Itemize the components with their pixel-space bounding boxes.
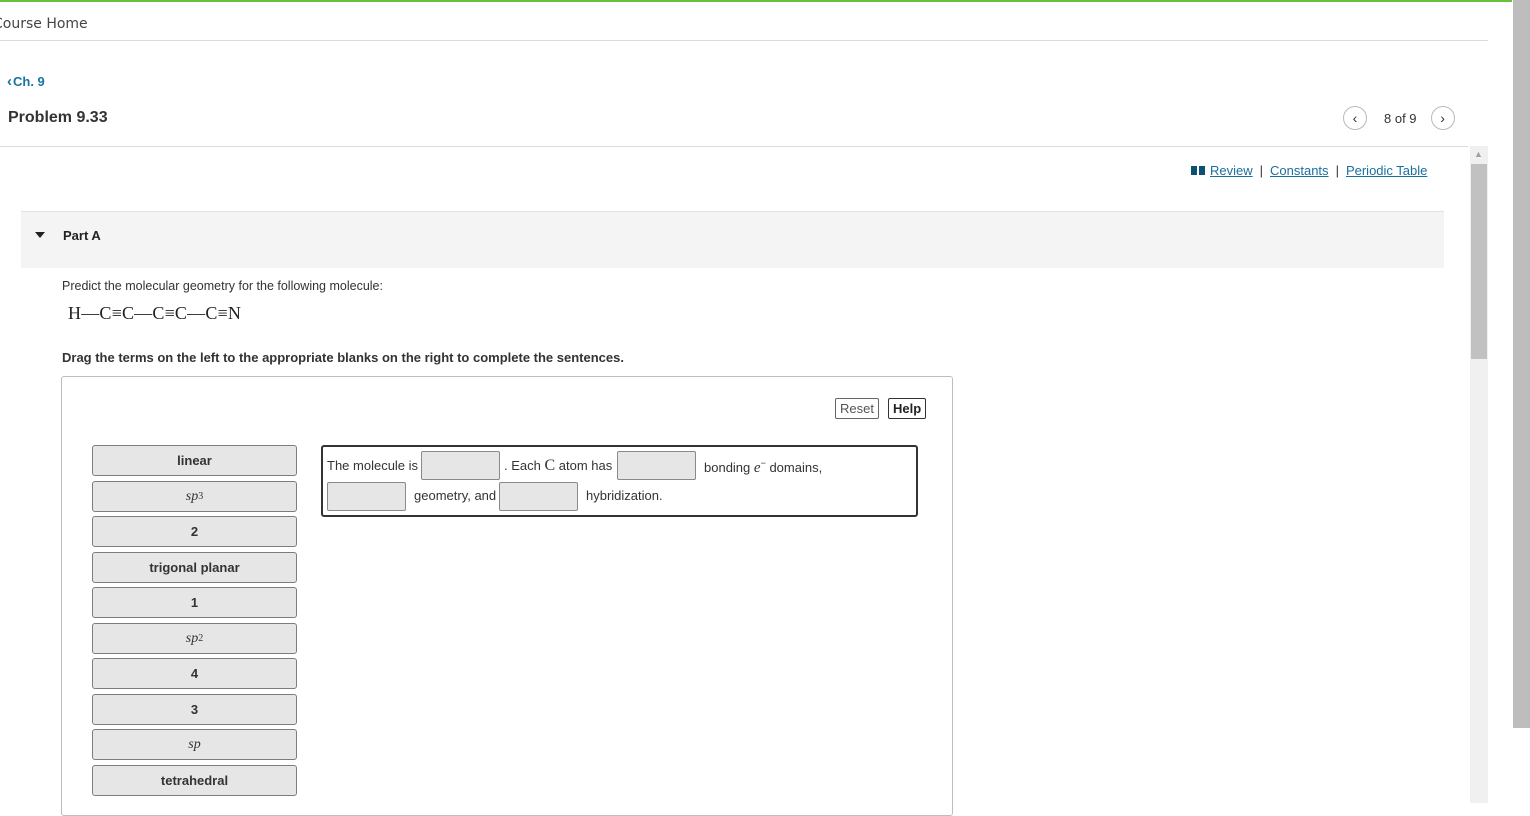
term-tetrahedral[interactable]: tetrahedral <box>92 765 297 796</box>
scroll-up-icon[interactable]: ▲ <box>1474 149 1483 159</box>
course-home-link[interactable]: Course Home <box>0 16 88 32</box>
sentence-text-2: . Each C atom has <box>504 457 612 475</box>
term-4[interactable]: 4 <box>92 658 297 689</box>
caret-down-icon <box>35 232 45 238</box>
term-sp[interactable]: sp <box>92 729 297 760</box>
top-accent-bar <box>0 0 1512 2</box>
back-link-label: Ch. 9 <box>13 74 45 89</box>
link-separator: | <box>1335 163 1339 178</box>
constants-link[interactable]: Constants <box>1270 163 1329 178</box>
back-to-chapter-link[interactable]: ‹ Ch. 9 <box>7 72 45 90</box>
part-title: Part A <box>63 228 101 243</box>
blank-electron-geometry[interactable] <box>327 482 406 511</box>
sentence-text-2b: atom has <box>555 458 613 473</box>
term-superscript: 2 <box>198 633 204 644</box>
resource-links: Review | Constants | Periodic Table <box>1191 163 1427 178</box>
previous-problem-button[interactable]: ‹ <box>1343 106 1367 130</box>
problem-pager: ‹ 8 of 9 › <box>1343 106 1455 130</box>
term-1[interactable]: 1 <box>92 587 297 618</box>
sentence-text-2a: . Each <box>504 458 545 473</box>
chevron-right-icon: › <box>1440 110 1445 126</box>
blank-hybridization[interactable] <box>499 482 578 511</box>
nav-divider <box>0 146 1468 147</box>
question-prompt: Predict the molecular geometry for the f… <box>62 279 383 293</box>
window-edge-strip <box>1513 0 1530 728</box>
sentence-text-1: The molecule is <box>327 458 419 473</box>
term-2[interactable]: 2 <box>92 516 297 547</box>
part-a-header[interactable]: Part A <box>21 211 1444 268</box>
problem-title: Problem 9.33 <box>8 109 108 126</box>
next-problem-button[interactable]: › <box>1430 106 1455 130</box>
sentence-text-4: geometry, and <box>414 488 497 503</box>
link-separator: | <box>1259 163 1264 178</box>
electron-symbol: e <box>753 460 761 476</box>
periodic-table-link[interactable]: Periodic Table <box>1346 163 1427 178</box>
term-sp3[interactable]: sp 3 <box>92 481 297 512</box>
term-linear[interactable]: linear <box>92 445 297 476</box>
sentence-text-3a: bonding <box>704 460 751 475</box>
blank-domain-count[interactable] <box>617 451 696 480</box>
sentence-text-3: bonding e− domains, <box>704 458 822 477</box>
blank-geometry[interactable] <box>421 451 500 480</box>
help-button[interactable]: Help <box>888 398 927 419</box>
pager-count: 8 of 9 <box>1384 110 1417 126</box>
book-icon <box>1191 166 1206 175</box>
term-sp2[interactable]: sp 2 <box>92 623 297 654</box>
sentence-text-5: hybridization. <box>586 488 663 503</box>
molecule-formula: H—C≡C—C≡C—C≡N <box>68 303 242 323</box>
sentence-text-3b: domains, <box>765 460 823 475</box>
reset-button[interactable]: Reset <box>835 398 879 419</box>
chevron-left-icon: ‹ <box>7 72 12 90</box>
carbon-symbol: C <box>544 457 556 474</box>
term-superscript: 3 <box>198 491 204 502</box>
header-divider <box>0 40 1488 41</box>
term-base: sp <box>185 488 199 504</box>
term-base: sp <box>185 630 199 646</box>
scrollbar-thumb[interactable] <box>1471 164 1487 359</box>
term-3[interactable]: 3 <box>92 694 297 725</box>
term-trigonal-planar[interactable]: trigonal planar <box>92 552 297 583</box>
drag-instruction: Drag the terms on the left to the approp… <box>62 350 624 365</box>
review-link[interactable]: Review <box>1210 163 1253 178</box>
chevron-left-icon: ‹ <box>1352 110 1358 126</box>
term-base: sp <box>188 736 201 752</box>
